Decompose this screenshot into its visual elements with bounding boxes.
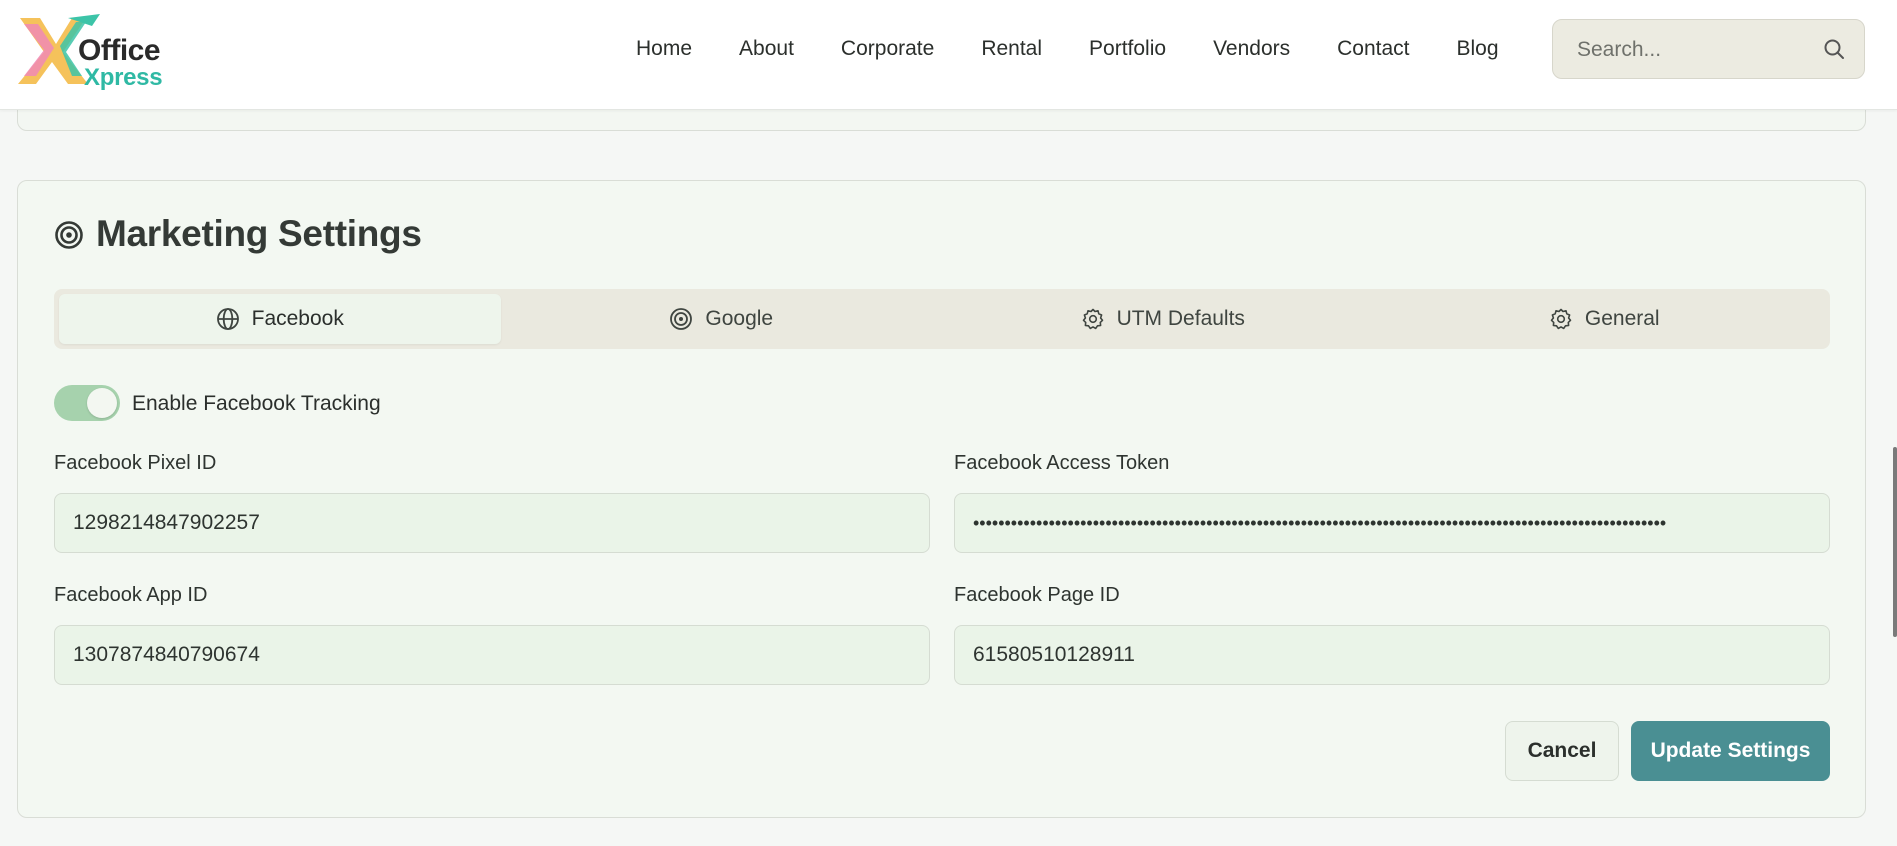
cancel-button[interactable]: Cancel: [1505, 721, 1619, 781]
search-box: [1552, 19, 1865, 80]
nav-portfolio[interactable]: Portfolio: [1089, 37, 1166, 61]
tab-google[interactable]: Google: [501, 294, 943, 344]
site-header: Office Xpress Home About Corporate Renta…: [0, 0, 1897, 110]
page-id-label: Facebook Page ID: [954, 584, 1120, 606]
gear-icon: [1082, 308, 1103, 330]
logo-text-office: Office: [78, 34, 161, 67]
target-icon: [55, 221, 83, 249]
toggle-label: Enable Facebook Tracking: [132, 392, 381, 415]
nav-blog[interactable]: Blog: [1457, 37, 1499, 61]
page-title: Marketing Settings: [96, 213, 422, 254]
tab-label: UTM Defaults: [1116, 307, 1245, 330]
access-token-label: Facebook Access Token: [954, 452, 1170, 474]
update-settings-button[interactable]: Update Settings: [1631, 721, 1830, 781]
tab-label: Facebook: [251, 307, 344, 330]
gear-icon: [1550, 308, 1572, 330]
tab-general[interactable]: General: [1384, 294, 1826, 344]
access-token-field[interactable]: [954, 493, 1830, 553]
logo-text-xpress: Xpress: [84, 64, 163, 91]
page-id-field[interactable]: [954, 625, 1830, 685]
target-icon: [670, 308, 693, 330]
nav-contact[interactable]: Contact: [1337, 37, 1409, 61]
tab-label: Google: [705, 307, 774, 330]
office-xpress-logo[interactable]: Office Xpress: [16, 12, 166, 91]
nav-corporate[interactable]: Corporate: [841, 37, 934, 61]
nav-home[interactable]: Home: [636, 37, 692, 61]
nav-vendors[interactable]: Vendors: [1213, 37, 1290, 61]
nav-rental[interactable]: Rental: [981, 37, 1042, 61]
tab-utm-defaults[interactable]: UTM Defaults: [942, 294, 1384, 344]
tab-facebook[interactable]: Facebook: [59, 294, 501, 344]
toggle-knob: [87, 388, 117, 418]
settings-tabs: Facebook Google UTM Defaults General: [54, 289, 1830, 349]
search-icon[interactable]: [1822, 37, 1846, 61]
app-id-label: Facebook App ID: [54, 584, 208, 606]
search-input[interactable]: [1575, 20, 1819, 80]
app-id-field[interactable]: [54, 625, 930, 685]
page-scrollbar-thumb[interactable]: [1893, 447, 1897, 637]
main-nav: Home About Corporate Rental Portfolio Ve…: [636, 0, 1499, 98]
globe-icon: [216, 308, 239, 330]
pixel-id-field[interactable]: [54, 493, 930, 553]
pixel-id-label: Facebook Pixel ID: [54, 452, 217, 474]
nav-about[interactable]: About: [739, 37, 794, 61]
facebook-tracking-toggle[interactable]: [54, 385, 120, 421]
tab-label: General: [1584, 307, 1660, 330]
